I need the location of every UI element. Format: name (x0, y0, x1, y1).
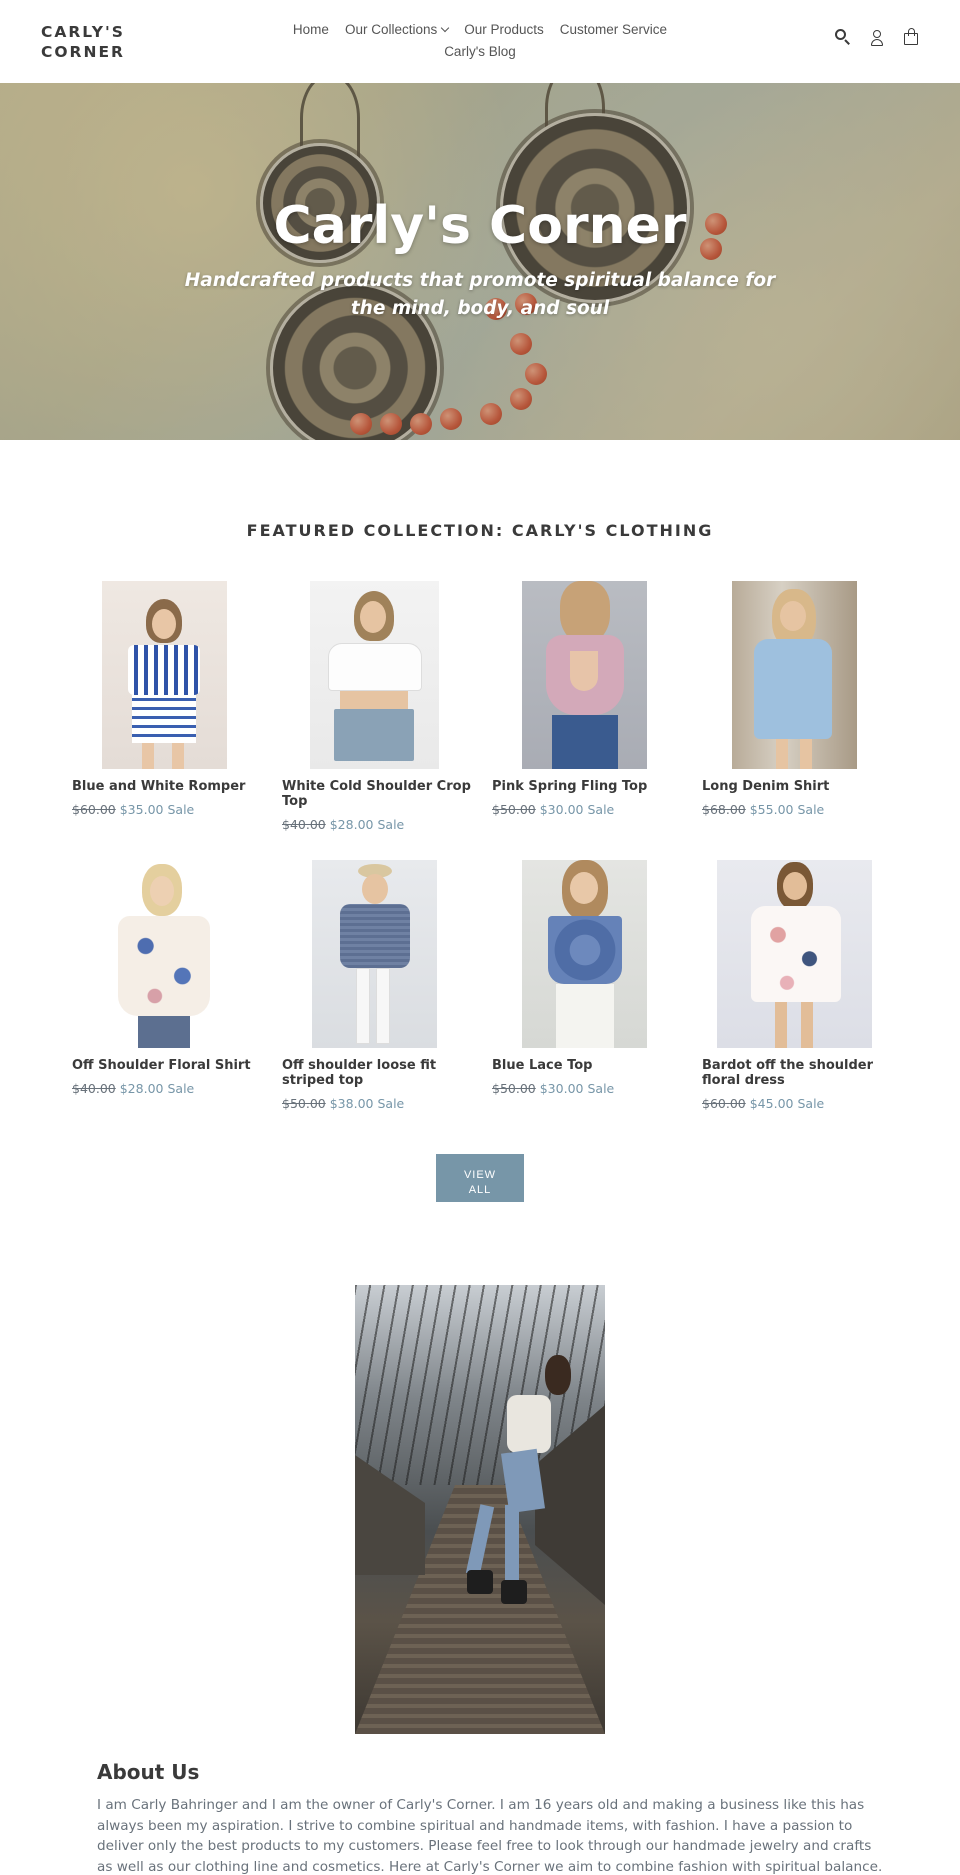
hero-banner: Carly's Corner Handcrafted products that… (0, 83, 960, 440)
user-icon[interactable] (868, 28, 886, 46)
header-icons (834, 28, 920, 46)
hero-subtitle: Handcrafted products that promote spirit… (184, 270, 776, 319)
product-image[interactable] (310, 581, 439, 769)
about-title: About Us (97, 1760, 200, 1784)
about-text: I am Carly Bahringer and I am the owner … (97, 1797, 883, 1875)
product-image[interactable] (522, 860, 647, 1048)
product-image[interactable] (312, 860, 437, 1048)
product-name[interactable]: Pink Spring Fling Top (492, 779, 692, 794)
chevron-down-icon (440, 23, 450, 33)
view-all-label-2: ALL (468, 1183, 492, 1196)
nav-home[interactable]: Home (293, 19, 329, 41)
nav-our-collections-label: Our Collections (344, 22, 438, 37)
product-name[interactable]: Bardot off the shoulder floral dress (702, 1058, 902, 1088)
product-price: $68.00 $55.00 Sale (702, 802, 825, 817)
site-logo[interactable]: CARLY'S CORNER (41, 22, 151, 62)
about-image (355, 1285, 605, 1734)
featured-collection-title: FEATURED COLLECTION: CARLY'S CLOTHING (246, 521, 714, 540)
product-name[interactable]: Off shoulder loose fit striped top (282, 1058, 482, 1088)
product-price: $40.00 $28.00 Sale (72, 1081, 195, 1096)
product-name[interactable]: White Cold Shoulder Crop Top (282, 779, 482, 809)
search-icon[interactable] (834, 28, 852, 46)
hero-overlay (0, 83, 960, 440)
product-name[interactable]: Long Denim Shirt (702, 779, 902, 794)
product-price: $50.00 $30.00 Sale (492, 1081, 615, 1096)
cart-icon[interactable] (902, 28, 920, 46)
product-image[interactable] (717, 860, 872, 1048)
product-price: $40.00 $28.00 Sale (282, 817, 405, 832)
product-price: $50.00 $38.00 Sale (282, 1096, 405, 1111)
product-image[interactable] (102, 860, 227, 1048)
nav-our-collections[interactable]: Our Collections (344, 19, 450, 41)
site-header: CARLY'S CORNER Home Our Collections Our Pr… (0, 0, 960, 83)
hero-title: Carly's Corner (273, 196, 687, 256)
product-name[interactable]: Off Shoulder Floral Shirt (72, 1058, 272, 1073)
view-all-label-1: VIEW (463, 1168, 497, 1181)
view-all-button[interactable]: VIEW ALL (436, 1154, 524, 1202)
product-price: $50.00 $30.00 Sale (492, 802, 615, 817)
nav-carlys-blog[interactable]: Carly's Blog (444, 41, 516, 63)
product-name[interactable]: Blue and White Romper (72, 779, 272, 794)
main-nav: Home Our Collections Our Products Customer … (270, 19, 690, 63)
product-name[interactable]: Blue Lace Top (492, 1058, 692, 1073)
product-image[interactable] (102, 581, 227, 769)
product-image[interactable] (732, 581, 857, 769)
nav-our-products[interactable]: Our Products (464, 19, 544, 41)
product-price: $60.00 $45.00 Sale (702, 1096, 825, 1111)
product-image[interactable] (522, 581, 647, 769)
product-price: $60.00 $35.00 Sale (72, 802, 195, 817)
nav-customer-service[interactable]: Customer Service (560, 19, 667, 41)
